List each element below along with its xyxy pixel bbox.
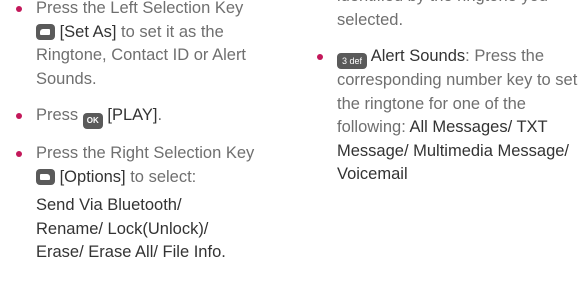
instruction-text: . xyxy=(157,106,163,124)
options-list: Send Via Bluetooth/ Rename/ Lock(Unlock)… xyxy=(14,194,294,265)
right-selection-key-icon xyxy=(36,168,55,185)
bullet-icon xyxy=(317,54,323,60)
instruction-play: Press OK [PLAY]. xyxy=(14,104,294,129)
bullet-icon xyxy=(16,113,22,119)
instruction-text: to select: xyxy=(125,167,197,186)
options-line: Erase/ Erase All/ File Info. xyxy=(36,243,226,261)
instruction-set-as: Press the Left Selection Key [Set As] to… xyxy=(14,0,294,91)
bullet-icon xyxy=(16,151,22,157)
feature-label: Alert Sounds xyxy=(370,47,466,65)
options-line: Send Via Bluetooth/ xyxy=(36,196,182,214)
left-column: Press the Left Selection Key [Set As] to… xyxy=(14,0,294,265)
continued-text: identified by the ringtone you selected. xyxy=(337,0,548,29)
key-label: [PLAY] xyxy=(107,106,158,124)
key-label: [Options] xyxy=(59,167,126,186)
manual-page: Press the Left Selection Key [Set As] to… xyxy=(0,0,585,282)
ok-key-icon: OK xyxy=(82,113,103,129)
options-line: Rename/ Lock(Unlock)/ xyxy=(36,219,209,238)
instruction-text: Press xyxy=(36,106,83,124)
instruction-alert-sounds: 3 def Alert Sounds: Press the correspond… xyxy=(315,45,585,187)
continued-paragraph: identified by the ringtone you selected. xyxy=(315,0,585,32)
right-column: identified by the ringtone you selected.… xyxy=(315,0,585,187)
key-label: [Set As] xyxy=(59,22,117,41)
instruction-options: Press the Right Selection Key [Options] … xyxy=(14,142,294,189)
bullet-icon xyxy=(16,6,22,12)
left-selection-key-icon xyxy=(36,23,55,40)
number-3-key-icon: 3 def xyxy=(337,53,367,69)
instruction-text: Press the Right Selection Key xyxy=(36,144,255,162)
instruction-text: Press the Left Selection Key xyxy=(36,0,244,17)
